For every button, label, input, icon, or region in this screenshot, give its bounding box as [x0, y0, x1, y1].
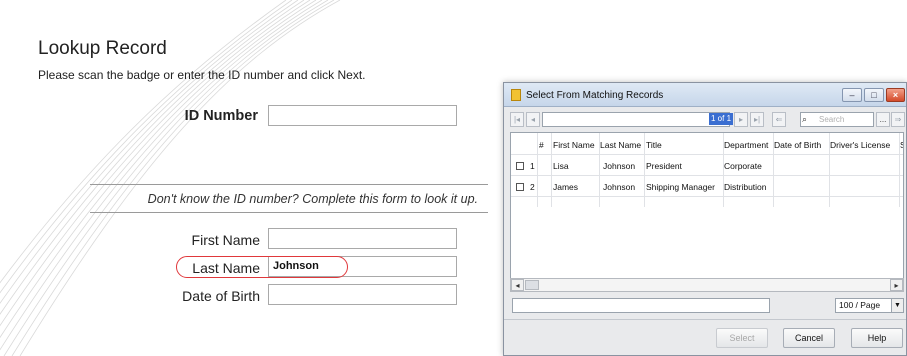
row-number: 1: [530, 161, 535, 171]
date-of-birth-label: Date of Birth: [182, 288, 260, 304]
first-name-label: First Name: [191, 232, 260, 248]
cell-department[interactable]: Corporate: [724, 161, 773, 171]
divider-top: [90, 184, 488, 185]
chevron-down-icon[interactable]: ▼: [891, 299, 903, 312]
cell-first-name[interactable]: James: [553, 182, 599, 192]
cell-last-name[interactable]: Johnson: [603, 182, 644, 192]
grid-row-divider: [511, 154, 903, 155]
binoculars-icon: ⌕: [802, 114, 808, 124]
column-header[interactable]: Driver's License: [830, 140, 899, 150]
column-header[interactable]: #: [539, 140, 551, 150]
forward-icon[interactable]: ⇒: [891, 112, 905, 127]
grid-row-divider: [511, 175, 903, 176]
page-size-select[interactable]: 100 / Page ▼: [835, 298, 904, 313]
page-size-value: 100 / Page: [839, 300, 881, 310]
column-header[interactable]: Last Name: [600, 140, 644, 150]
column-header[interactable]: Date of Birth: [774, 140, 829, 150]
dialog-toolbar: |◂ ◂ 1 of 1 ▸ ▸| ⇐ Search ⌕ ... ⇒: [510, 111, 905, 129]
select-records-dialog: Select From Matching Records – □ × |◂ ◂ …: [503, 82, 907, 356]
row-checkbox[interactable]: [516, 183, 524, 191]
first-name-field[interactable]: [268, 228, 457, 249]
pager-indicator: 1 of 1: [709, 113, 734, 125]
divider-bottom: [90, 212, 488, 213]
close-icon[interactable]: ×: [886, 88, 905, 102]
records-grid: # First Name Last Name Title Department …: [510, 132, 904, 292]
select-button[interactable]: Select: [716, 328, 768, 348]
id-number-label: ID Number: [184, 108, 258, 124]
status-input[interactable]: [512, 298, 770, 313]
column-header[interactable]: Department: [724, 140, 773, 150]
row-checkbox[interactable]: [516, 162, 524, 170]
minimize-icon[interactable]: –: [842, 88, 862, 102]
scroll-thumb[interactable]: [525, 280, 539, 290]
maximize-icon[interactable]: □: [864, 88, 884, 102]
highlight-annotation: [176, 256, 348, 278]
search-input[interactable]: Search: [800, 112, 874, 127]
cell-title[interactable]: Shipping Manager: [646, 182, 723, 192]
grid-row-divider: [511, 196, 903, 197]
next-page-icon[interactable]: ▸: [734, 112, 748, 127]
cell-title[interactable]: President: [646, 161, 723, 171]
column-header[interactable]: S: [900, 140, 903, 150]
scroll-left-icon[interactable]: ◂: [511, 279, 524, 291]
lookup-hint-text: Don't know the ID number? Complete this …: [147, 192, 478, 206]
column-header[interactable]: First Name: [553, 140, 599, 150]
cell-first-name[interactable]: Lisa: [553, 161, 599, 171]
folder-icon: [511, 89, 521, 101]
help-button[interactable]: Help: [851, 328, 903, 348]
column-header[interactable]: Title: [646, 140, 723, 150]
instruction-text: Please scan the badge or enter the ID nu…: [38, 68, 366, 82]
horizontal-scrollbar[interactable]: ◂ ▸: [510, 278, 904, 292]
id-number-field[interactable]: [268, 105, 457, 126]
dialog-title-bar[interactable]: Select From Matching Records – □ ×: [504, 83, 906, 107]
more-button[interactable]: ...: [876, 112, 890, 127]
back-icon[interactable]: ⇐: [772, 112, 786, 127]
record-filter-input[interactable]: [542, 112, 730, 127]
first-page-icon[interactable]: |◂: [510, 112, 524, 127]
dialog-title: Select From Matching Records: [526, 90, 664, 101]
page-title: Lookup Record: [38, 38, 167, 59]
dialog-footer-divider: [504, 319, 906, 320]
prev-page-icon[interactable]: ◂: [526, 112, 540, 127]
cell-last-name[interactable]: Johnson: [603, 161, 644, 171]
cell-department[interactable]: Distribution: [724, 182, 779, 192]
cancel-button[interactable]: Cancel: [783, 328, 835, 348]
row-number: 2: [530, 182, 535, 192]
scroll-right-icon[interactable]: ▸: [890, 279, 903, 291]
last-page-icon[interactable]: ▸|: [750, 112, 764, 127]
date-of-birth-field[interactable]: [268, 284, 457, 305]
